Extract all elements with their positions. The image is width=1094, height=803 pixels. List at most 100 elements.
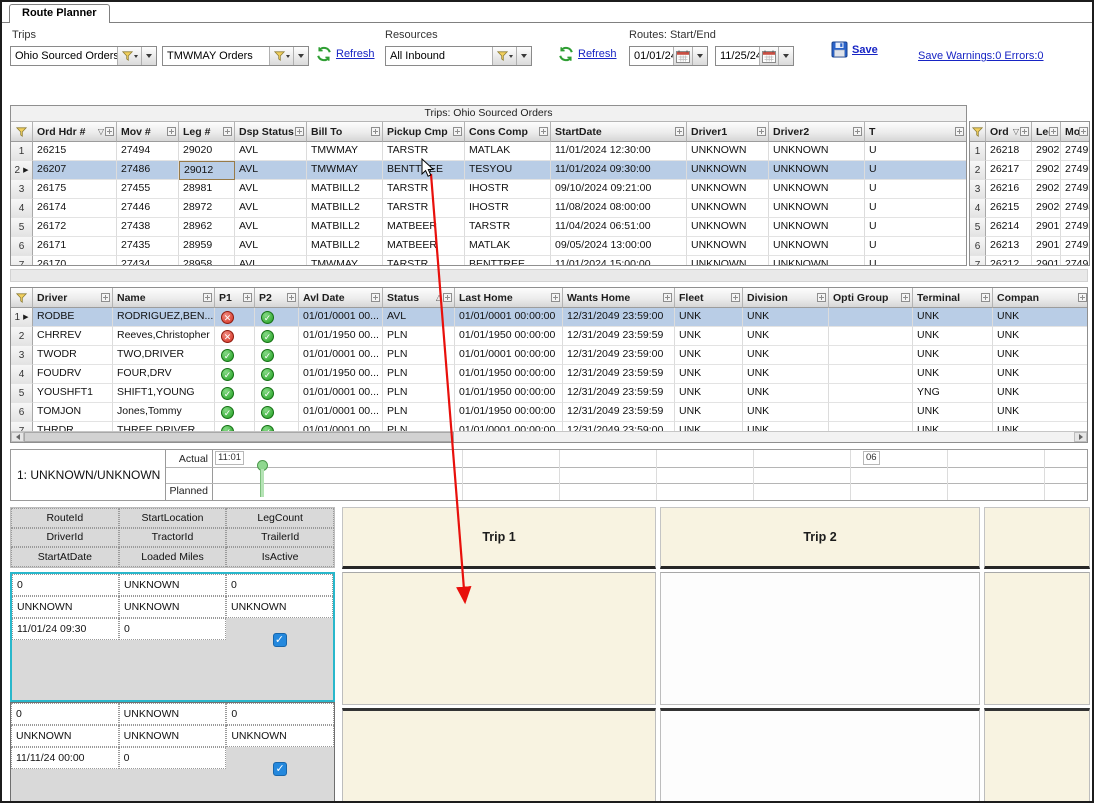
gantt-timeline[interactable]: 11:0106 [213,450,1087,500]
scrollbar-thumb[interactable] [24,432,454,442]
column-pin-icon[interactable] [853,127,862,136]
trips-source-select[interactable]: Ohio Sourced Orders [10,46,157,66]
column-header[interactable]: Dsp Status [235,122,307,142]
grid-row[interactable]: 1262182902327497 [970,142,1090,161]
column-header[interactable]: Ord Hdr #▽ [33,122,117,142]
column-header[interactable]: Pickup Cmp [383,122,465,142]
tab-route-planner[interactable]: Route Planner [9,4,110,23]
grid-row[interactable]: 4262152902027494 [970,199,1090,218]
column-pin-icon[interactable] [371,293,380,302]
grid-row[interactable]: 2▶262072748629012AVLTMWMAYBENTTREETESYOU… [11,161,967,180]
grid-row[interactable]: 7262122901727491 [970,256,1090,266]
is-active-checkbox[interactable]: ✓ [273,762,287,776]
trip-panel-header[interactable] [984,507,1090,569]
column-header[interactable]: Cons Comp [465,122,551,142]
column-pin-icon[interactable] [901,293,910,302]
grid-row[interactable]: 5YOUSHFT1SHIFT1,YOUNG✓✓01/01/0001 00...P… [11,384,1088,403]
column-header[interactable]: Bill To [307,122,383,142]
column-header[interactable]: Name [113,288,215,308]
column-pin-icon[interactable] [1049,127,1058,136]
trip-slot[interactable] [984,708,1090,803]
trip-panel-header[interactable]: Trip 2 [660,507,980,569]
grid-row[interactable]: 1262152749429020AVLTMWMAYTARSTRMATLAK11/… [11,142,967,161]
trips-refresh[interactable]: Refresh [316,46,375,62]
column-pin-icon[interactable] [663,293,672,302]
column-pin-icon[interactable] [757,127,766,136]
row-selector-header[interactable] [11,288,33,308]
scroll-left-button[interactable] [11,432,24,442]
column-pin-icon[interactable] [981,293,990,302]
grid-row[interactable]: 6TOMJONJones,Tommy✓✓01/01/0001 00...PLN0… [11,403,1088,422]
resources-refresh-link[interactable]: Refresh [578,48,617,60]
column-pin-icon[interactable] [731,293,740,302]
column-pin-icon[interactable] [295,127,304,136]
column-header[interactable]: P1 [215,288,255,308]
column-header[interactable]: Leg [1032,122,1061,142]
trip-slot[interactable] [660,708,980,803]
resources-filter-select[interactable]: All Inbound [385,46,532,66]
filter-icon[interactable] [492,47,516,65]
grid-row[interactable]: 6261712743528959AVLMATBILL2MATBEERMATLAK… [11,237,967,256]
column-pin-icon[interactable] [1079,127,1088,136]
trip-slot[interactable] [342,572,656,705]
trip-slot[interactable] [984,572,1090,705]
calendar-icon[interactable] [673,47,692,65]
column-header[interactable]: Move [1061,122,1090,142]
column-pin-icon[interactable] [817,293,826,302]
trip-panel-header[interactable]: Trip 1 [342,507,656,569]
gantt-start-marker[interactable] [257,460,266,497]
grid-row[interactable]: 3261752745528981AVLMATBILL2TARSTRIHOSTR0… [11,180,967,199]
column-pin-icon[interactable] [371,127,380,136]
column-header[interactable]: Driver2 [769,122,865,142]
dropdown-arrow-icon[interactable] [141,47,156,65]
column-header[interactable]: Ord Hdr▽ [986,122,1032,142]
grid-row[interactable]: 3262162902127495 [970,180,1090,199]
trips-orders-select[interactable]: TMWMAY Orders [162,46,309,66]
dropdown-arrow-icon[interactable] [692,47,707,65]
column-header[interactable]: P2 [255,288,299,308]
dropdown-arrow-icon[interactable] [778,47,793,65]
grid-row[interactable]: 6262132901827492 [970,237,1090,256]
grid-row[interactable]: 5262142901927493 [970,218,1090,237]
route-card[interactable]: 0UNKNOWN0UNKNOWNUNKNOWNUNKNOWN11/11/24 0… [10,702,335,803]
filter-icon[interactable] [269,47,293,65]
grid-row[interactable]: 4FOUDRVFOUR,DRV✓✓01/01/1950 00...PLN01/0… [11,365,1088,384]
trip-slot[interactable] [342,708,656,803]
dropdown-arrow-icon[interactable] [293,47,308,65]
column-pin-icon[interactable] [287,293,296,302]
column-pin-icon[interactable] [223,127,232,136]
save-button[interactable]: Save [831,41,878,58]
trip-slot[interactable] [660,572,980,705]
row-selector-header[interactable] [11,122,33,142]
trips-refresh-link[interactable]: Refresh [336,48,375,60]
column-pin-icon[interactable] [167,127,176,136]
column-header[interactable]: Leg # [179,122,235,142]
column-header[interactable]: Driver1 [687,122,769,142]
grid-row[interactable]: 3TWODRTWO,DRIVER✓✓01/01/0001 00...PLN01/… [11,346,1088,365]
column-pin-icon[interactable] [539,127,548,136]
column-header[interactable]: Mov # [117,122,179,142]
column-pin-icon[interactable] [1078,293,1087,302]
scroll-right-button[interactable] [1074,432,1087,442]
column-header[interactable]: Opti Group [829,288,913,308]
column-header[interactable]: Last Home [455,288,563,308]
dropdown-arrow-icon[interactable] [516,47,531,65]
route-start-date[interactable]: 01/01/24 [629,46,708,66]
horizontal-scrollbar[interactable] [11,431,1087,442]
column-pin-icon[interactable] [955,127,964,136]
column-pin-icon[interactable] [105,127,114,136]
calendar-icon[interactable] [759,47,778,65]
column-pin-icon[interactable] [1020,127,1029,136]
column-pin-icon[interactable] [453,127,462,136]
column-header[interactable]: T [865,122,967,142]
route-card[interactable]: 0UNKNOWN0UNKNOWNUNKNOWNUNKNOWN11/01/24 0… [10,572,335,702]
column-header[interactable]: Status△ [383,288,455,308]
route-end-date[interactable]: 11/25/24 [715,46,794,66]
grid-row[interactable]: 2262172902227496 [970,161,1090,180]
filter-icon[interactable] [117,47,141,65]
column-pin-icon[interactable] [551,293,560,302]
save-warnings-errors-link[interactable]: Save Warnings:0 Errors:0 [918,50,1044,62]
column-header[interactable]: StartDate [551,122,687,142]
row-selector-header[interactable] [970,122,986,142]
is-active-checkbox[interactable]: ✓ [273,633,287,647]
